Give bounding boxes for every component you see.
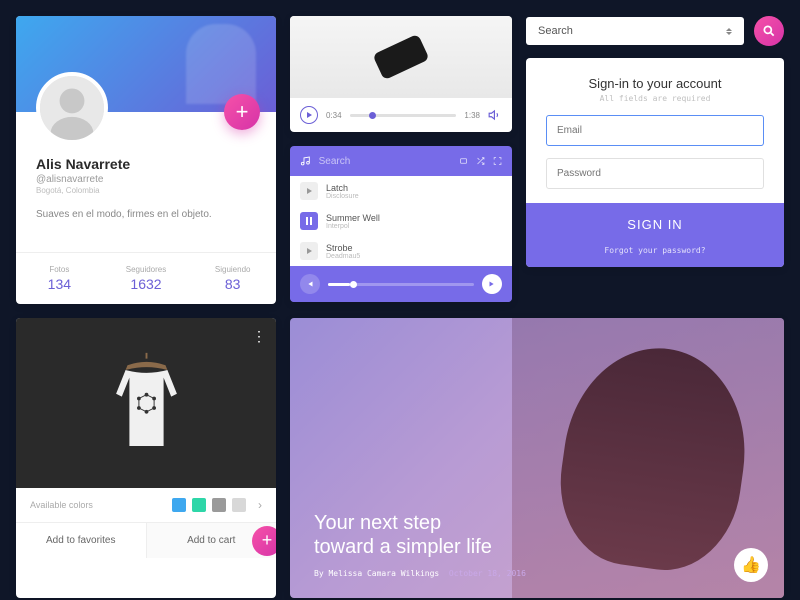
track-row[interactable]: Summer WellInterpol	[290, 206, 512, 236]
article-card[interactable]: Your next steptoward a simpler life By M…	[290, 318, 784, 598]
stat-siguiendo[interactable]: Siguiendo 83	[189, 253, 276, 304]
play-button[interactable]	[300, 106, 318, 124]
password-field[interactable]	[546, 158, 764, 189]
chevron-right-icon[interactable]: ›	[258, 498, 262, 512]
music-note-icon	[300, 154, 311, 168]
track-pause-button[interactable]	[300, 212, 318, 230]
stat-fotos[interactable]: Fotos 134	[16, 253, 103, 304]
article-title: Your next steptoward a simpler life	[314, 511, 562, 559]
video-thumbnail[interactable]	[290, 16, 512, 98]
profile-location: Bogotá, Colombia	[36, 186, 256, 195]
cart-fab[interactable]: +	[252, 526, 276, 556]
stat-seguidores[interactable]: Seguidores 1632	[103, 253, 190, 304]
colors-label: Available colors	[30, 500, 166, 510]
email-field[interactable]	[546, 115, 764, 146]
track-row[interactable]: StrobeDeadmau5	[290, 236, 512, 266]
video-card: 0:34 1:38	[290, 16, 512, 132]
product-image: ⋮	[16, 318, 276, 488]
signin-title: Sign-in to your account	[546, 76, 764, 91]
next-button[interactable]	[482, 274, 502, 294]
track-play-button[interactable]	[300, 182, 318, 200]
add-favorites-button[interactable]: Add to favorites	[16, 523, 146, 558]
expand-icon[interactable]	[493, 155, 502, 167]
avatar[interactable]	[36, 72, 108, 144]
color-swatch[interactable]	[232, 498, 246, 512]
profile-stats: Fotos 134 Seguidores 1632 Siguiendo 83	[16, 252, 276, 304]
video-duration: 1:38	[464, 111, 480, 120]
shuffle-icon[interactable]	[476, 155, 485, 167]
search-button[interactable]	[754, 16, 784, 46]
signin-subtitle: All fields are required	[546, 94, 764, 103]
color-swatch[interactable]	[172, 498, 186, 512]
profile-handle: @alisnavarrete	[36, 174, 256, 185]
previous-button[interactable]	[300, 274, 320, 294]
volume-icon[interactable]	[488, 108, 502, 122]
article-meta: By Melissa Camara Wilkings October 18, 2…	[314, 569, 562, 578]
search-dropdown[interactable]: Search	[526, 17, 744, 45]
like-button[interactable]: 👍	[734, 548, 768, 582]
music-search-input[interactable]	[319, 156, 451, 167]
profile-name: Alis Navarrete	[36, 156, 256, 172]
add-button[interactable]: +	[224, 94, 260, 130]
product-illustration	[99, 351, 194, 456]
product-card: ⋮ Available colors › Add to favorites Ad…	[16, 318, 276, 598]
music-player: LatchDisclosure Summer WellInterpol Stro…	[290, 146, 512, 302]
track-row[interactable]: LatchDisclosure	[290, 176, 512, 206]
video-scrubber[interactable]	[350, 114, 457, 117]
signin-card: Sign-in to your account All fields are r…	[526, 58, 784, 267]
search-icon	[762, 24, 776, 38]
thumbs-up-icon: 👍	[741, 555, 761, 575]
more-menu-icon[interactable]: ⋮	[252, 328, 266, 345]
music-progress[interactable]	[328, 283, 474, 286]
track-play-button[interactable]	[300, 242, 318, 260]
forgot-password-link[interactable]: Forgot your password?	[526, 246, 784, 267]
profile-card: + Alis Navarrete @alisnavarrete Bogotá, …	[16, 16, 276, 304]
repeat-icon[interactable]	[459, 155, 468, 167]
color-swatch[interactable]	[192, 498, 206, 512]
color-swatch[interactable]	[212, 498, 226, 512]
video-current-time: 0:34	[326, 111, 342, 120]
signin-button[interactable]: SIGN IN	[526, 203, 784, 246]
add-cart-button[interactable]: Add to cart +	[146, 523, 277, 558]
sort-icon	[726, 28, 732, 35]
profile-bio: Suaves en el modo, firmes en el objeto.	[36, 209, 256, 220]
search-label: Search	[538, 25, 573, 37]
